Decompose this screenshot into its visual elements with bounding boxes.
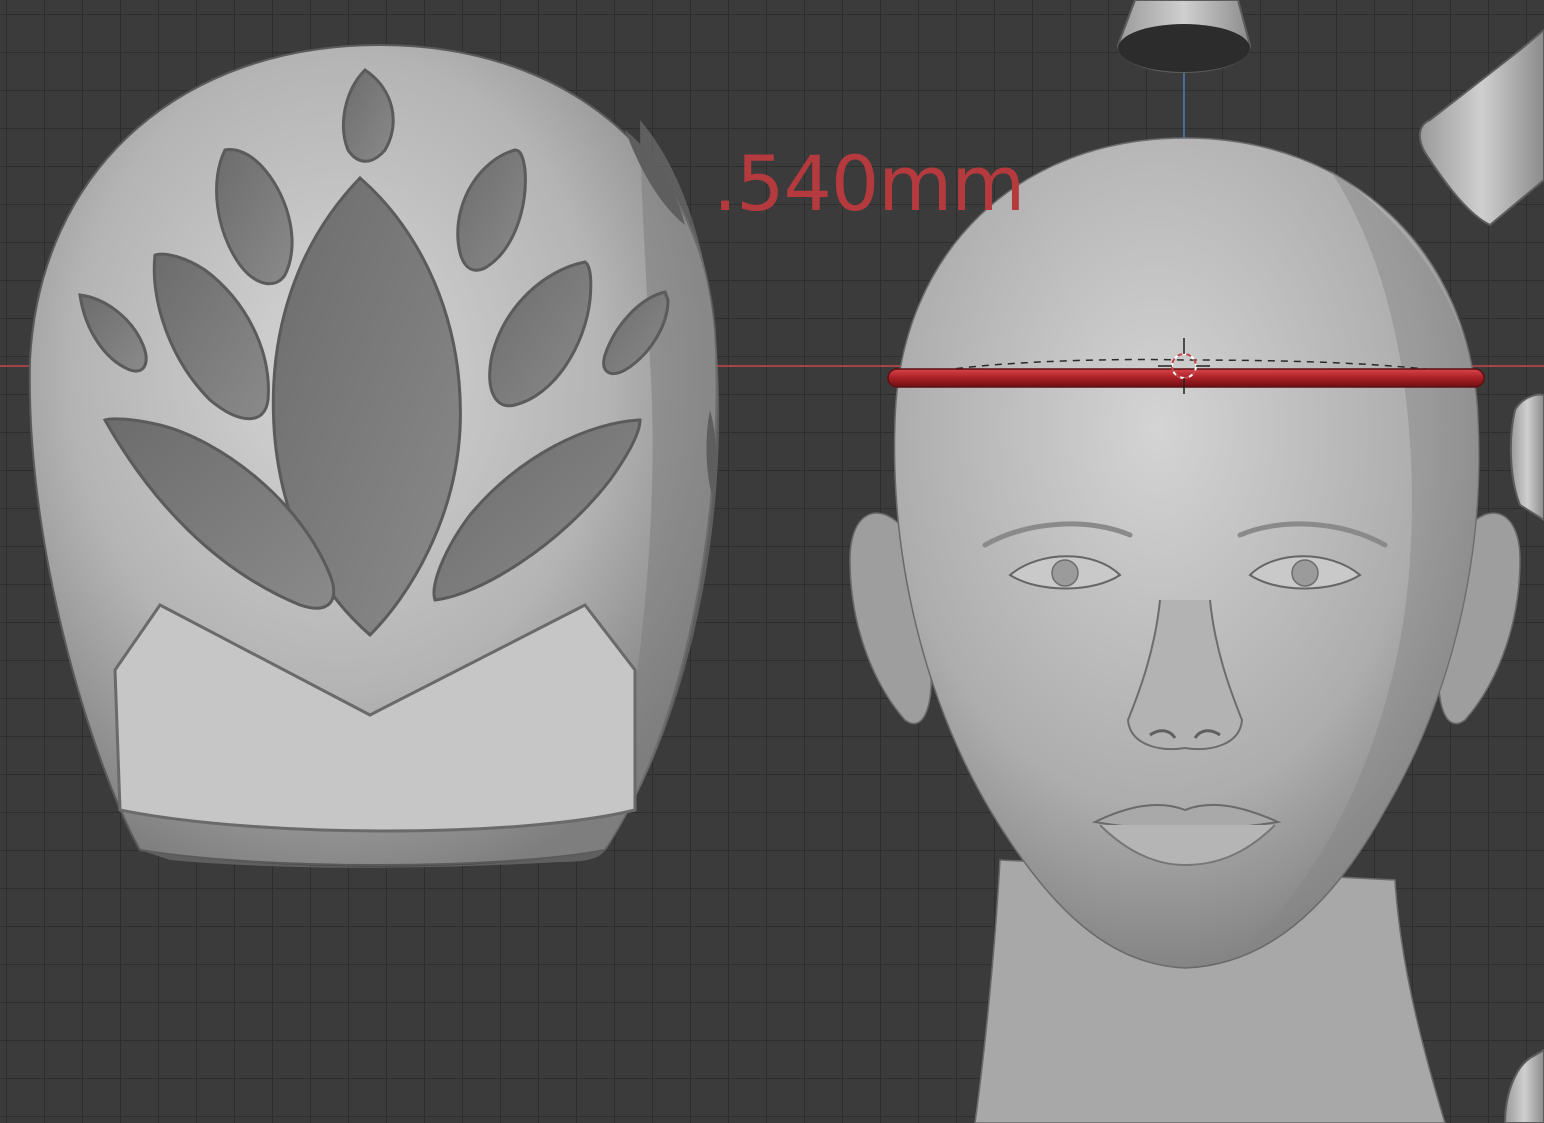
head-mesh[interactable]	[849, 137, 1521, 1123]
measurement-label: .540mm	[713, 139, 1025, 228]
helmet-mesh[interactable]	[28, 43, 720, 868]
top-cone-object[interactable]	[1116, 0, 1252, 74]
3d-viewport[interactable]: .540mm	[0, 0, 1544, 1123]
